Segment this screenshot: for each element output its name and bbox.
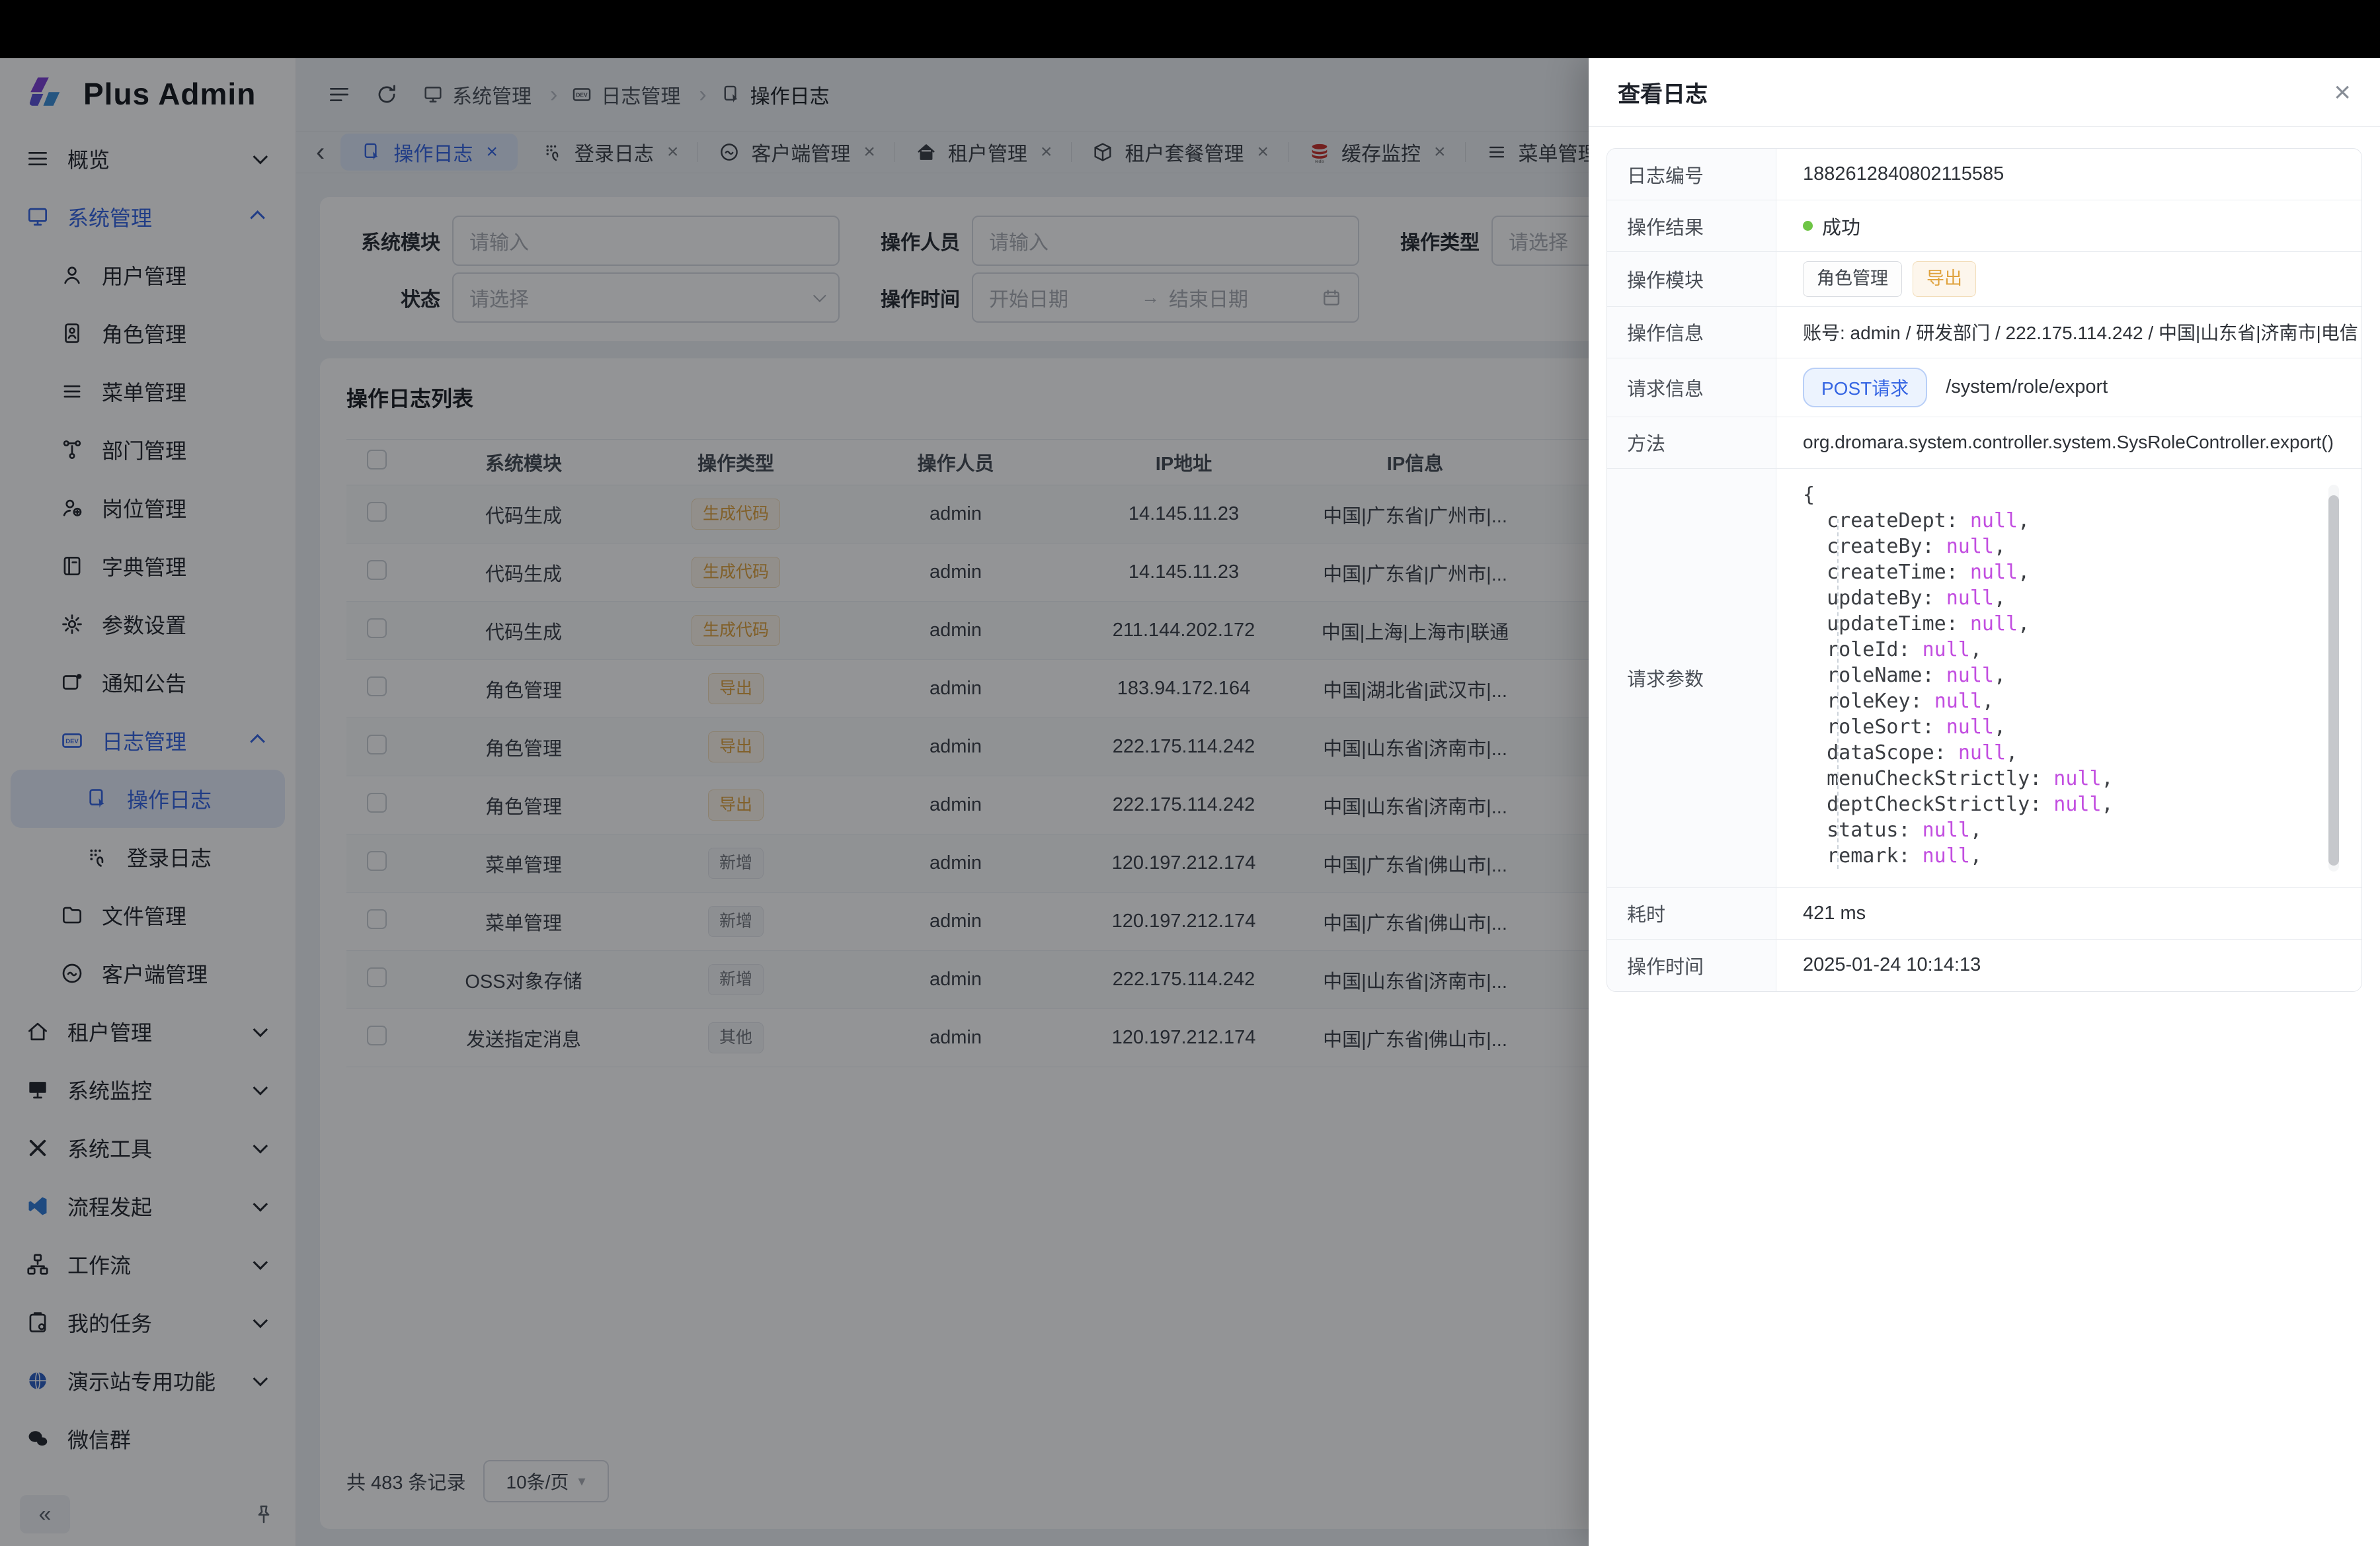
request-params-json[interactable]: { createDept: null, createBy: null, crea… [1803,478,2346,878]
field-label: 日志编号 [1607,149,1776,200]
field-label: 请求参数 [1607,469,1776,887]
success-dot-icon [1803,221,1813,231]
drawer-header: 查看日志 × [1589,58,2380,127]
json-line: createBy: null, [1803,534,2346,559]
field-label: 请求信息 [1607,358,1776,417]
close-icon[interactable]: × [2334,78,2351,107]
field-label: 操作结果 [1607,200,1776,251]
json-line: updateBy: null, [1803,585,2346,611]
operation-info-value: 账号: admin / 研发部门 / 222.175.114.242 / 中国|… [1776,307,2361,358]
operation-time-value: 2025-01-24 10:14:13 [1776,940,2361,991]
result-value: 成功 [1822,212,1860,240]
json-open-brace: { [1803,482,2346,508]
json-line: remark: null, [1803,843,2346,869]
field-row: 请求信息 POST请求 /system/role/export [1607,358,2361,417]
duration-value: 421 ms [1776,888,2361,939]
json-line: menuCheckStrictly: null, [1803,766,2346,792]
field-label: 耗时 [1607,888,1776,939]
json-line: createDept: null, [1803,508,2346,534]
field-row: 操作时间 2025-01-24 10:14:13 [1607,940,2361,991]
json-line: createTime: null, [1803,559,2346,585]
field-row: 日志编号 1882612840802115585 [1607,149,2361,200]
field-row: 操作模块 角色管理 导出 [1607,252,2361,307]
json-line: deptCheckStrictly: null, [1803,792,2346,817]
log-detail-table: 日志编号 1882612840802115585 操作结果 成功 操作模块 角色… [1606,148,2362,992]
field-label: 操作信息 [1607,307,1776,358]
json-line: updateTime: null, [1803,611,2346,637]
scrollbar-thumb[interactable] [2328,495,2339,866]
field-label: 操作时间 [1607,940,1776,991]
field-row: 操作信息 账号: admin / 研发部门 / 222.175.114.242 … [1607,307,2361,358]
field-label: 操作模块 [1607,252,1776,306]
json-line: roleSort: null, [1803,714,2346,740]
field-row: 操作结果 成功 [1607,200,2361,252]
screenshot-letterbox: Plus Admin 概览 系统管理 用户管理 [0,0,2380,1546]
indent-guide [1837,519,1839,869]
drawer-title: 查看日志 [1618,76,1708,108]
http-method-tag: POST请求 [1803,368,1927,407]
json-line: roleKey: null, [1803,688,2346,714]
module-action-tag: 导出 [1913,261,1976,297]
field-row: 方法 org.dromara.system.controller.system.… [1607,417,2361,469]
method-value: org.dromara.system.controller.system.Sys… [1776,417,2361,468]
scrollbar-track[interactable] [2328,485,2339,872]
json-line: roleId: null, [1803,637,2346,663]
app-window: Plus Admin 概览 系统管理 用户管理 [0,58,2380,1546]
view-log-drawer: 查看日志 × 日志编号 1882612840802115585 操作结果 成功 … [1589,58,2380,1546]
log-id-value: 1882612840802115585 [1776,149,2361,200]
modal-mask[interactable] [0,58,1590,1546]
json-line: dataScope: null, [1803,740,2346,766]
drawer-body: 日志编号 1882612840802115585 操作结果 成功 操作模块 角色… [1589,127,2380,1013]
module-tag: 角色管理 [1803,261,1902,297]
field-row-params: 请求参数 { createDept: null, createBy: null, [1607,469,2361,888]
field-label: 方法 [1607,417,1776,468]
json-line: roleName: null, [1803,663,2346,688]
field-row: 耗时 421 ms [1607,888,2361,940]
request-url: /system/role/export [1946,376,2108,398]
json-line: status: null, [1803,817,2346,843]
